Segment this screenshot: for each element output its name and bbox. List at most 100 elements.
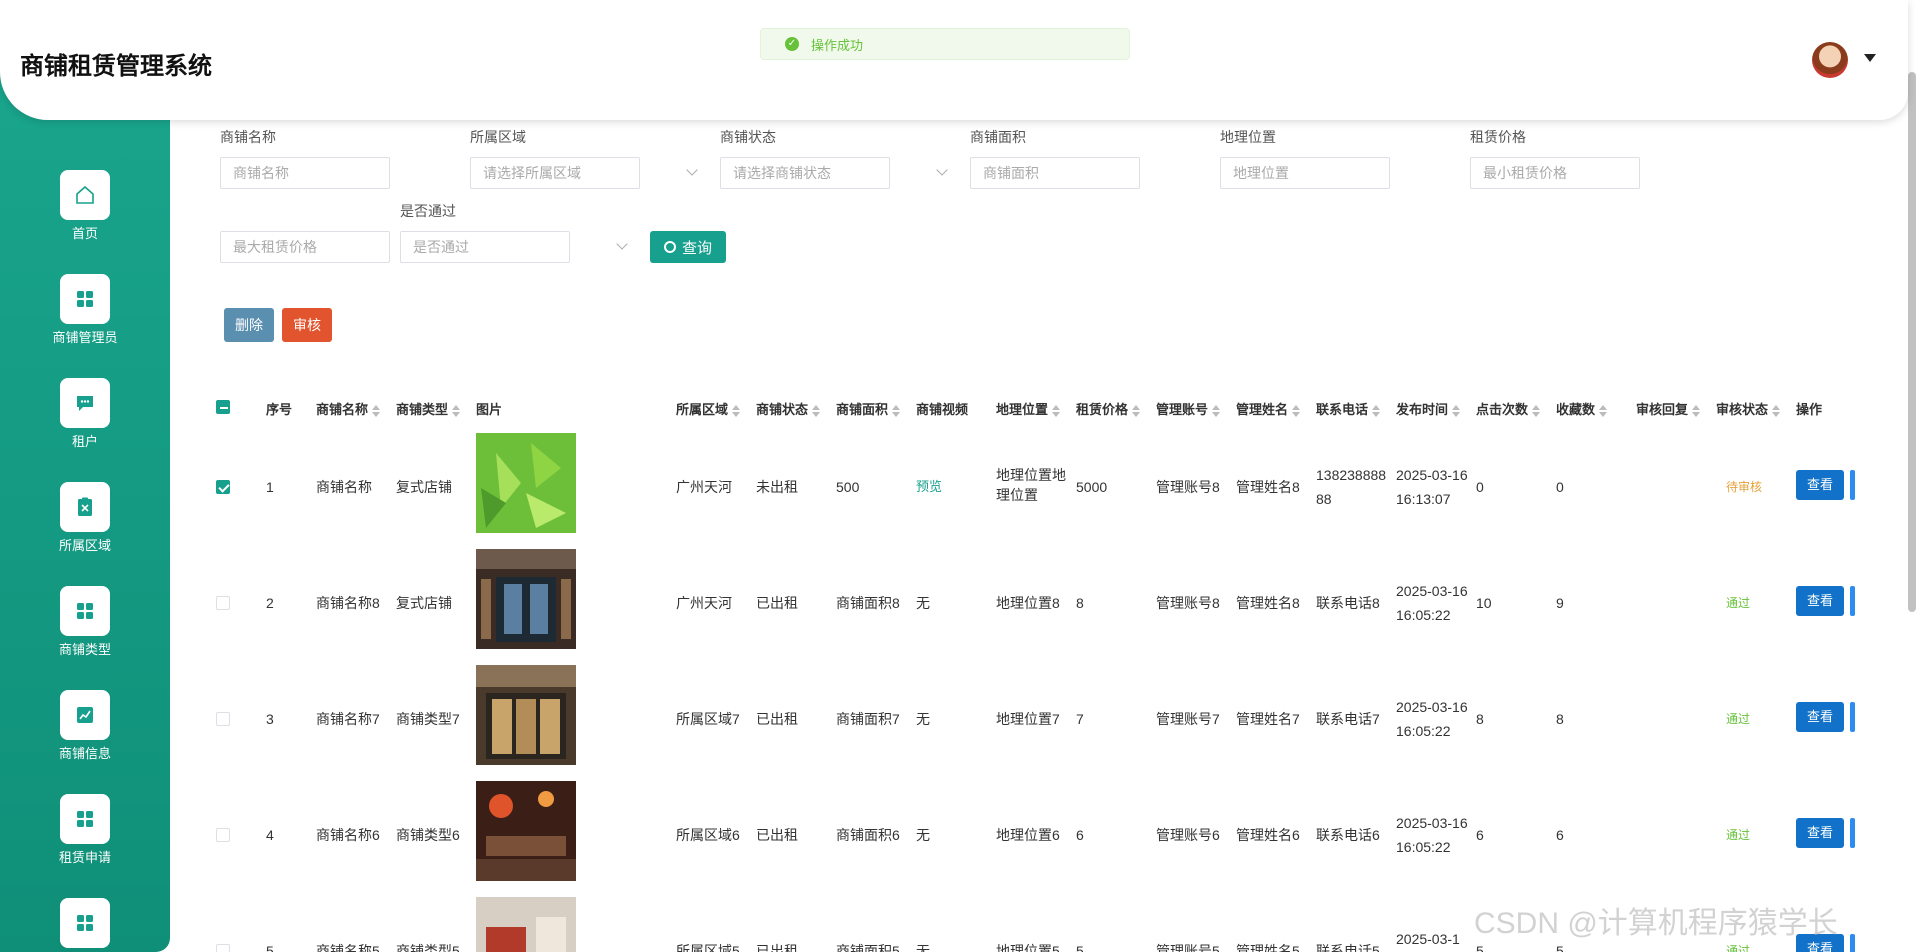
select-all-checkbox[interactable] <box>216 400 230 414</box>
column-header[interactable]: 商铺名称 <box>316 399 381 418</box>
sort-icon[interactable] <box>372 404 381 417</box>
success-check-icon: ✓ <box>785 37 799 51</box>
sort-icon[interactable] <box>1292 404 1301 417</box>
audit-button[interactable]: 审核 <box>282 308 332 342</box>
query-button[interactable]: 查询 <box>650 231 726 263</box>
column-header[interactable]: 点击次数 <box>1476 399 1541 418</box>
max-price-input[interactable]: 最大租赁价格 <box>220 231 390 263</box>
sort-icon[interactable] <box>1532 404 1541 417</box>
chat-icon <box>60 378 110 428</box>
passed-select[interactable]: 是否通过 <box>400 231 570 263</box>
user-menu-caret-icon[interactable] <box>1864 54 1876 62</box>
view-button[interactable]: 查看 <box>1796 470 1844 500</box>
cell-no: 3 <box>266 711 274 727</box>
chevron-down-icon[interactable] <box>686 164 698 176</box>
sidebar-item-shop-type[interactable]: 商铺类型 <box>0 586 170 676</box>
more-action-button[interactable] <box>1850 934 1855 952</box>
more-action-button[interactable] <box>1850 470 1855 500</box>
column-header[interactable]: 审核回复 <box>1636 399 1701 418</box>
cell-video: 无 <box>916 827 930 843</box>
sort-icon[interactable] <box>1599 404 1608 417</box>
sort-icon[interactable] <box>1212 404 1221 417</box>
status-select[interactable]: 请选择商铺状态 <box>720 157 890 189</box>
vertical-scrollbar[interactable] <box>1908 72 1916 612</box>
row-checkbox[interactable] <box>216 712 230 726</box>
sidebar-item-tenant[interactable]: 租户 <box>0 378 170 468</box>
column-header[interactable]: 审核状态 <box>1716 399 1781 418</box>
sort-icon[interactable] <box>1052 404 1061 417</box>
cell-price: 5 <box>1076 943 1084 952</box>
sort-icon[interactable] <box>1132 404 1141 417</box>
sidebar-item-shop-admin[interactable]: 商铺管理员 <box>0 274 170 364</box>
cell-time: 2025-03-16 16:13:07 <box>1396 467 1468 507</box>
cell-status: 已出租 <box>756 943 798 952</box>
column-header[interactable]: 商铺状态 <box>756 399 821 418</box>
view-button[interactable]: 查看 <box>1796 586 1844 616</box>
sort-icon[interactable] <box>892 404 901 417</box>
area-input[interactable]: 商铺面积 <box>970 157 1140 189</box>
column-header[interactable]: 商铺类型 <box>396 399 461 418</box>
view-button[interactable]: 查看 <box>1796 818 1844 848</box>
table-row: 1 商铺名称 复式店铺 广州天河 未出租 500 预览 地理位置地理位置 500… <box>0 430 1920 546</box>
column-header[interactable]: 所属区域 <box>676 399 741 418</box>
user-avatar[interactable] <box>1812 42 1848 78</box>
sidebar-item-shop-info[interactable]: 商铺信息 <box>0 690 170 780</box>
cell-no: 2 <box>266 595 274 611</box>
sort-icon[interactable] <box>452 404 461 417</box>
sidebar-item-label: 商铺管理员 <box>52 330 118 345</box>
row-checkbox[interactable] <box>216 596 230 610</box>
column-header[interactable]: 商铺面积 <box>836 399 901 418</box>
sidebar-item-rental-application[interactable]: 租赁申请 <box>0 794 170 884</box>
cell-location: 地理位置8 <box>996 595 1060 611</box>
cell-location: 地理位置7 <box>996 711 1060 727</box>
app-title: 商铺租赁管理系统 <box>20 52 212 80</box>
row-checkbox[interactable] <box>216 828 230 842</box>
sidebar-item-home[interactable]: 首页 <box>0 170 170 260</box>
cell-phone: 联系电话7 <box>1316 711 1380 727</box>
cell-manager: 管理姓名7 <box>1236 711 1300 727</box>
more-action-button[interactable] <box>1850 818 1855 848</box>
cell-type: 商铺类型5 <box>396 943 460 952</box>
min-price-input[interactable]: 最小租赁价格 <box>1470 157 1640 189</box>
location-input[interactable]: 地理位置 <box>1220 157 1390 189</box>
sort-icon[interactable] <box>1772 404 1781 417</box>
row-checkbox[interactable] <box>216 944 230 952</box>
chevron-down-icon[interactable] <box>936 164 948 176</box>
cell-clicks: 10 <box>1476 595 1492 611</box>
sidebar-item-more[interactable] <box>0 898 170 952</box>
filter-label-status: 商铺状态 <box>720 129 776 145</box>
sort-icon[interactable] <box>732 404 741 417</box>
column-header[interactable]: 联系电话 <box>1316 399 1381 418</box>
cell-area: 商铺面积7 <box>836 711 900 727</box>
sidebar-item-label: 商铺信息 <box>58 746 111 761</box>
sort-icon[interactable] <box>1372 404 1381 417</box>
sort-icon[interactable] <box>1692 404 1701 417</box>
view-button[interactable]: 查看 <box>1796 702 1844 732</box>
chart-icon <box>60 690 110 740</box>
cell-account: 管理账号7 <box>1156 711 1220 727</box>
more-action-button[interactable] <box>1850 702 1855 732</box>
column-header[interactable]: 管理账号 <box>1156 399 1221 418</box>
column-header[interactable]: 发布时间 <box>1396 399 1461 418</box>
column-header[interactable]: 地理位置 <box>996 399 1061 418</box>
row-checkbox[interactable] <box>216 480 230 494</box>
filter-label-region: 所属区域 <box>470 129 526 145</box>
shop-name-input[interactable]: 商铺名称 <box>220 157 390 189</box>
cell-manager: 管理姓名5 <box>1236 943 1300 952</box>
sort-icon[interactable] <box>812 404 821 417</box>
column-header[interactable]: 租赁价格 <box>1076 399 1141 418</box>
cell-price: 6 <box>1076 827 1084 843</box>
column-header[interactable]: 管理姓名 <box>1236 399 1301 418</box>
more-action-button[interactable] <box>1850 586 1855 616</box>
region-select[interactable]: 请选择所属区域 <box>470 157 640 189</box>
column-header[interactable]: 收藏数 <box>1556 399 1608 418</box>
sidebar-item-region[interactable]: 所属区域 <box>0 482 170 572</box>
delete-button[interactable]: 删除 <box>224 308 274 342</box>
chevron-down-icon[interactable] <box>616 238 628 250</box>
video-preview-link[interactable]: 预览 <box>916 475 942 499</box>
sort-icon[interactable] <box>1452 404 1461 417</box>
table-row: 2 商铺名称8 复式店铺 广州天河 已出租 商铺面积8 无 地理位置8 8 管理… <box>0 546 1920 662</box>
home-icon <box>60 170 110 220</box>
cell-area: 商铺面积6 <box>836 827 900 843</box>
shop-image-leaves <box>476 433 576 533</box>
